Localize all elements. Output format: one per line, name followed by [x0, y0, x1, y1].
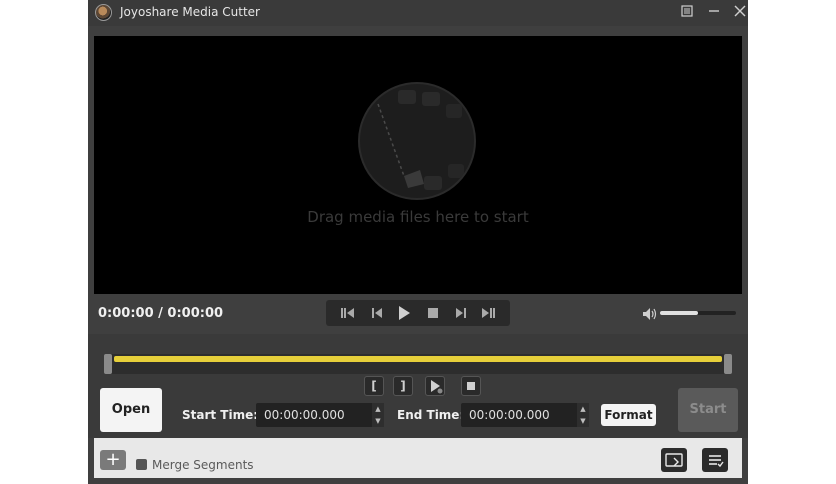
output-folder-icon[interactable] — [661, 448, 687, 472]
app-title: Joyoshare Media Cutter — [120, 5, 260, 19]
start-time-label: Start Time: — [182, 408, 259, 422]
previous-frame-icon[interactable] — [364, 300, 390, 326]
start-time-input[interactable]: 00:00:00.000 — [256, 403, 376, 427]
title-bar: Joyoshare Media Cutter — [88, 0, 748, 26]
format-button[interactable]: Format — [601, 404, 656, 426]
play-icon[interactable] — [391, 300, 417, 326]
app-logo-icon — [95, 4, 112, 21]
trim-start-handle[interactable] — [104, 354, 112, 374]
add-segment-button[interactable]: + — [100, 450, 126, 470]
selected-range-bar — [114, 356, 722, 362]
trim-timeline[interactable] — [104, 354, 732, 374]
skip-to-start-icon[interactable] — [334, 300, 360, 326]
close-icon[interactable] — [730, 3, 750, 23]
drop-hint-text: Drag media files here to start — [307, 208, 529, 226]
film-reel-icon — [358, 82, 476, 200]
task-list-icon[interactable] — [702, 448, 728, 472]
merge-segments-label: Merge Segments — [152, 458, 254, 472]
volume-slider-fill — [660, 311, 698, 315]
end-time-input[interactable]: 00:00:00.000 — [461, 403, 581, 427]
stop-icon[interactable] — [420, 300, 446, 326]
stop-preview-button[interactable] — [461, 376, 481, 396]
playback-time: 0:00:00 / 0:00:00 — [98, 306, 224, 321]
segment-bar: + Merge Segments — [94, 438, 742, 478]
app-window: Joyoshare Media Cutter Drag media files … — [88, 0, 748, 484]
preview-segment-button[interactable] — [425, 376, 445, 396]
end-time-label: End Time: — [397, 408, 465, 422]
playback-controls — [326, 300, 510, 326]
volume-icon[interactable] — [642, 306, 660, 320]
end-time-stepper[interactable]: ▲ ▼ — [577, 403, 589, 427]
volume-slider[interactable] — [660, 311, 736, 315]
set-start-point-button[interactable]: [ — [364, 376, 384, 396]
merge-segments-checkbox[interactable] — [136, 459, 147, 470]
skip-to-end-icon[interactable] — [476, 300, 502, 326]
menu-icon[interactable] — [677, 3, 697, 23]
video-preview[interactable]: Drag media files here to start — [94, 36, 742, 294]
start-button[interactable]: Start — [678, 388, 738, 432]
next-frame-icon[interactable] — [448, 300, 474, 326]
set-end-point-button[interactable]: ] — [393, 376, 413, 396]
start-time-stepper[interactable]: ▲ ▼ — [372, 403, 384, 427]
open-button[interactable]: Open — [100, 388, 162, 432]
trim-end-handle[interactable] — [724, 354, 732, 374]
minimize-icon[interactable] — [704, 3, 724, 23]
